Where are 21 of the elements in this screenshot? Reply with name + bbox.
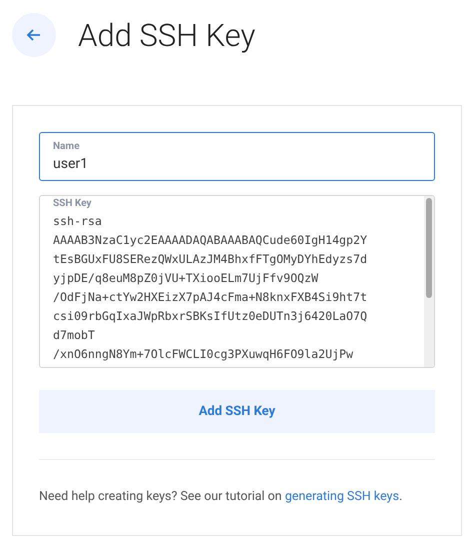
ssh-key-text-line: tEsBGUxFU8SERezQWxULAzJM4BhxfFTgOMyDYhEdyzs7d	[53, 251, 368, 268]
name-label: Name	[53, 140, 80, 154]
scrollbar[interactable]	[424, 196, 434, 367]
name-value: user1	[53, 155, 89, 174]
ssh-key-text-line: /xnO6nngN8Ym+7OlcFWCLI0cg3PXuwqH6FO9la2UjPw	[53, 346, 354, 363]
ssh-key-text-line: csi09rbGqIxaJWpRbxrSBKsIfUtz0eDUTn3j6420LaO7Q	[53, 308, 368, 325]
ssh-key-text-line: yjpDE/q8euM8pZ0jVU+TXiooELm7UjFfv9OQzW	[53, 270, 318, 287]
add-ssh-key-button[interactable]: Add SSH Key	[39, 390, 435, 433]
scrollbar-thumb[interactable]	[426, 198, 432, 298]
ssh-key-text-line: ssh-rsa	[53, 213, 102, 230]
generating-ssh-keys-link[interactable]: generating SSH keys	[284, 489, 400, 504]
back-arrow-icon	[26, 27, 42, 43]
help-text: Need help creating keys? See our tutorial on generating SSH keys.	[39, 488, 404, 506]
ssh-key-field[interactable]	[39, 195, 435, 368]
ssh-key-text-line: d7mobT	[53, 327, 95, 344]
back-button[interactable]	[12, 13, 56, 57]
name-field[interactable]: Name user1	[39, 132, 435, 181]
ssh-key-text-line: /OdFjNa+ctYw2HXEizX7pAJ4cFma+N8knxFXB4Si9ht7t	[53, 289, 368, 306]
page-title: Add SSH Key	[78, 20, 256, 50]
ssh-key-label: SSH Key	[53, 197, 92, 210]
ssh-key-text-line: AAAAB3NzaC1yc2EAAAADAQABAAABAQCude60IgH14gp2Y	[53, 232, 368, 249]
